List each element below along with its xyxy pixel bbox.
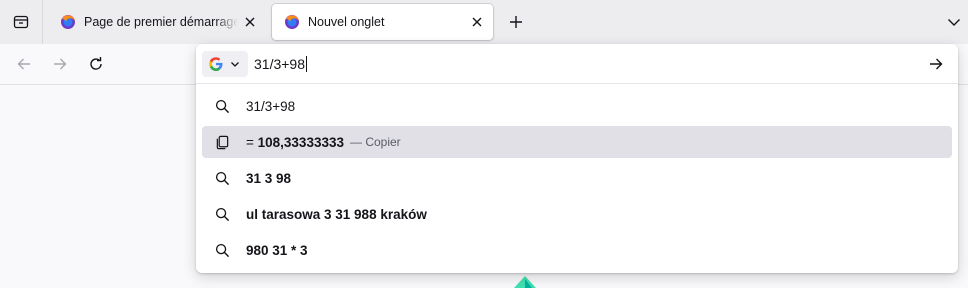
chevron-down-icon [231, 62, 239, 67]
search-icon [214, 170, 230, 186]
close-icon [472, 17, 482, 27]
url-input[interactable] [254, 52, 914, 76]
close-tab-button[interactable] [465, 10, 489, 34]
firefox-view-button[interactable] [6, 6, 36, 38]
tab-divider [42, 0, 43, 44]
go-button[interactable] [922, 50, 950, 78]
search-icon [214, 242, 230, 258]
google-g-icon [209, 57, 223, 71]
copy-icon [214, 134, 230, 150]
arrow-right-icon [930, 58, 943, 70]
url-bar [196, 44, 958, 84]
result-label: 31 3 98 [246, 170, 292, 186]
chevron-down-icon [948, 19, 960, 26]
search-icon [214, 206, 230, 222]
back-button[interactable] [10, 50, 38, 78]
logo-icon [514, 276, 536, 288]
arrow-left-icon [17, 58, 30, 70]
text-caret [306, 56, 307, 72]
result-row[interactable]: 980 31 * 3 [202, 234, 952, 266]
search-icon [214, 98, 230, 114]
firefox-view-icon [13, 15, 29, 29]
tab-new-tab[interactable]: Nouvel onglet [272, 4, 493, 40]
result-row-calculator[interactable]: = 108,33333333 — Copier [202, 126, 952, 158]
search-engine-button[interactable] [202, 51, 248, 77]
tab-strip: Page de premier démarrage de Nouvel ongl… [0, 0, 968, 44]
list-all-tabs-button[interactable] [940, 8, 968, 36]
tab-title: Page de premier démarrage de [84, 15, 238, 29]
firefox-icon [61, 15, 75, 29]
reload-button[interactable] [82, 50, 110, 78]
result-row[interactable]: 31 3 98 [202, 162, 952, 194]
result-row[interactable]: 31/3+98 [202, 90, 952, 122]
copy-action-label: — Copier [349, 135, 401, 149]
result-row[interactable]: ul tarasowa 3 31 988 kraków [202, 198, 952, 230]
url-results-list: 31/3+98 = 108,33333333 — Copier 31 3 98 … [196, 90, 958, 270]
close-tab-button[interactable] [238, 10, 262, 34]
url-bar-popup: 31/3+98 = 108,33333333 — Copier 31 3 98 … [196, 44, 958, 273]
close-icon [245, 17, 255, 27]
result-label: = 108,33333333 [246, 134, 344, 150]
forward-button[interactable] [46, 50, 74, 78]
result-label: 980 31 * 3 [246, 242, 308, 258]
tab-first-run[interactable]: Page de premier démarrage de [48, 4, 266, 40]
new-tab-button[interactable] [502, 8, 530, 36]
firefox-icon [285, 15, 299, 29]
plus-icon [510, 16, 522, 28]
result-label: ul tarasowa 3 31 988 kraków [246, 206, 427, 222]
reload-icon [90, 57, 102, 70]
result-label: 31/3+98 [246, 98, 296, 114]
arrow-right-icon [54, 58, 67, 70]
tab-title: Nouvel onglet [308, 15, 385, 29]
